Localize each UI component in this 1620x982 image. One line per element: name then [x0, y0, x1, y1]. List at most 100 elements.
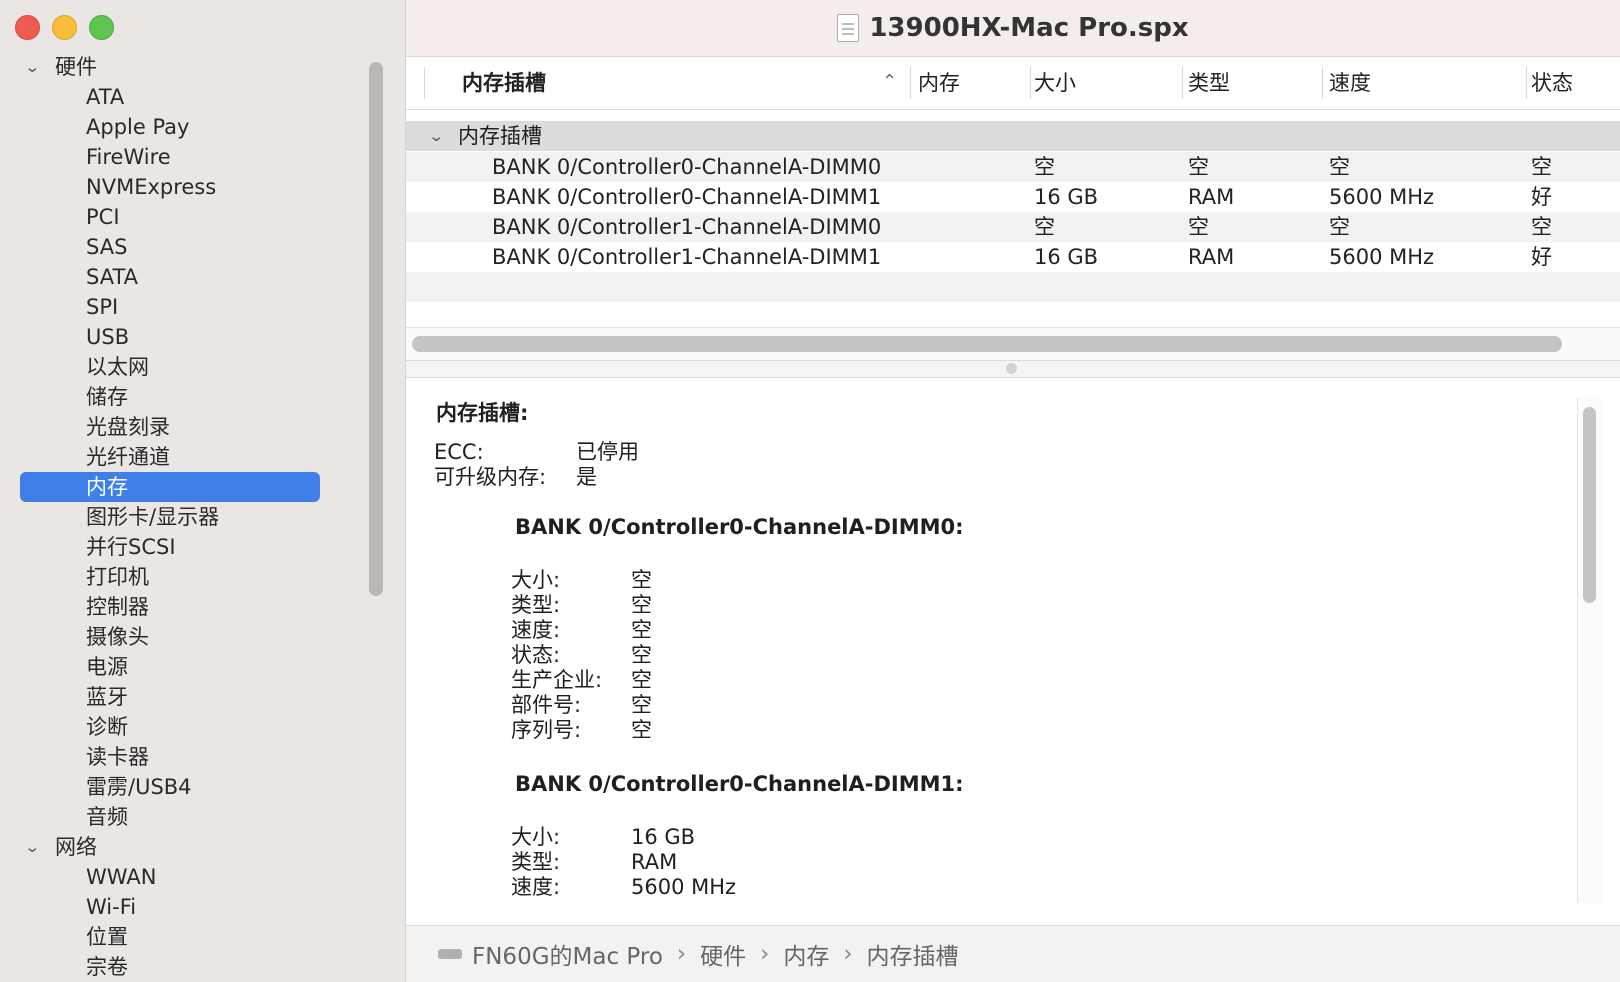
field-value: 空 [631, 643, 652, 667]
field-label: 速度: [511, 875, 561, 899]
cell-type: RAM [1188, 185, 1235, 209]
sidebar-item[interactable]: SATA [0, 262, 380, 292]
sidebar-item[interactable]: 读卡器 [0, 742, 380, 772]
breadcrumb-item[interactable]: FN60G的Mac Pro [472, 937, 663, 971]
breadcrumb-item[interactable]: 内存 [783, 937, 829, 971]
empty-row [406, 272, 1620, 302]
sidebar-item[interactable]: 内存 [20, 472, 320, 502]
table-group-row[interactable]: ⌄ 内存插槽 [406, 121, 1620, 151]
sidebar-item[interactable]: FireWire [0, 142, 380, 172]
sidebar-item[interactable]: 以太网 [0, 352, 380, 382]
sidebar-item[interactable]: 摄像头 [0, 622, 380, 652]
column-header-speed[interactable]: 速度 [1329, 57, 1371, 109]
split-divider[interactable] [406, 360, 1620, 378]
table-header: 内存插槽 ⌃ 内存 大小 类型 速度 状态 [406, 57, 1620, 110]
detail-vertical-scrollbar[interactable] [1577, 397, 1602, 903]
minimize-button[interactable] [52, 15, 77, 40]
sidebar-item[interactable]: SPI [0, 292, 380, 322]
table-row[interactable]: BANK 0/Controller0-ChannelA-DIMM0 空 空 空 空 [406, 152, 1620, 182]
slot-title: BANK 0/Controller0-ChannelA-DIMM0: [515, 515, 964, 539]
detail-field: 速度: 空 [511, 617, 652, 643]
breadcrumb-item[interactable]: 内存插槽 [867, 937, 959, 971]
chevron-down-icon[interactable]: ⌄ [24, 832, 40, 862]
sidebar-item[interactable]: 宗卷 [0, 952, 380, 982]
sidebar-item[interactable]: 并行SCSI [0, 532, 380, 562]
sidebar-item[interactable]: WWAN [0, 862, 380, 892]
column-separator[interactable] [424, 67, 425, 99]
sidebar-item[interactable]: Apple Pay [0, 112, 380, 142]
table-row[interactable]: BANK 0/Controller1-ChannelA-DIMM1 16 GB RA… [406, 242, 1620, 272]
group-label: 内存插槽 [458, 124, 542, 148]
drive-icon [438, 949, 462, 959]
table-row[interactable]: BANK 0/Controller0-ChannelA-DIMM1 16 GB RA… [406, 182, 1620, 212]
table-row[interactable]: BANK 0/Controller1-ChannelA-DIMM0 空 空 空 空 [406, 212, 1620, 242]
column-separator[interactable] [1182, 67, 1183, 99]
sidebar-item[interactable]: 电源 [0, 652, 380, 682]
cell-type: RAM [1188, 245, 1235, 269]
sidebar-item[interactable]: PCI [0, 202, 380, 232]
sidebar-scrollbar[interactable] [369, 62, 383, 596]
breadcrumb-separator: › [843, 941, 853, 967]
sidebar-item[interactable]: NVMExpress [0, 172, 380, 202]
cell-speed: 5600 MHz [1329, 245, 1435, 269]
sidebar-item[interactable]: 光盘刻录 [0, 412, 380, 442]
main-pane: 13900HX-Mac Pro.spx 内存插槽 ⌃ 内存 大小 类型 速度 状… [406, 0, 1620, 982]
scrollbar-thumb[interactable] [1583, 407, 1596, 603]
field-value: 5600 MHz [631, 875, 737, 899]
field-label: 类型: [511, 850, 561, 874]
field-value: 空 [631, 593, 652, 617]
cell-type: 空 [1188, 155, 1209, 179]
close-button[interactable] [15, 15, 40, 40]
cell-name: BANK 0/Controller0-ChannelA-DIMM1 [492, 185, 882, 209]
column-header-status[interactable]: 状态 [1531, 57, 1573, 109]
sidebar-item[interactable]: 音频 [0, 802, 380, 832]
sidebar-group[interactable]: ⌄ 网络 [0, 832, 380, 862]
detail-field: 可升级内存: 是 [434, 464, 597, 490]
sidebar-item[interactable]: 图形卡/显示器 [0, 502, 380, 532]
cell-name: BANK 0/Controller1-ChannelA-DIMM1 [492, 245, 882, 269]
scrollbar-thumb[interactable] [412, 336, 1562, 352]
cell-size: 空 [1034, 215, 1055, 239]
sidebar-item[interactable]: 位置 [0, 922, 380, 952]
cell-status: 空 [1531, 155, 1552, 179]
sidebar-item[interactable]: 控制器 [0, 592, 380, 622]
column-header-size[interactable]: 大小 [1034, 57, 1076, 109]
column-header-type[interactable]: 类型 [1188, 57, 1230, 109]
field-label: 序列号: [511, 718, 582, 742]
field-value: 空 [631, 668, 652, 692]
column-separator[interactable] [1322, 67, 1323, 99]
column-header-slot[interactable]: 内存插槽 [462, 57, 546, 109]
sidebar-group[interactable]: ⌄ 硬件 [0, 52, 380, 82]
table-horizontal-scrollbar[interactable] [406, 327, 1620, 360]
sidebar-item[interactable]: 诊断 [0, 712, 380, 742]
sidebar-item[interactable]: 打印机 [0, 562, 380, 592]
breadcrumb-separator: › [676, 941, 687, 967]
sidebar-group-label: 网络 [55, 835, 97, 859]
cell-status: 空 [1531, 215, 1552, 239]
chevron-down-icon[interactable]: ⌄ [24, 52, 40, 82]
column-separator[interactable] [1526, 67, 1527, 99]
cell-name: BANK 0/Controller1-ChannelA-DIMM0 [492, 215, 882, 239]
sidebar-item[interactable]: SAS [0, 232, 380, 262]
chevron-down-icon[interactable]: ⌄ [428, 121, 444, 151]
sidebar-item[interactable]: USB [0, 322, 380, 352]
field-label: 大小: [511, 568, 561, 592]
zoom-button[interactable] [89, 15, 114, 40]
sidebar-item[interactable]: 雷雳/USB4 [0, 772, 380, 802]
column-separator[interactable] [1030, 67, 1031, 99]
divider-handle[interactable] [1006, 363, 1017, 374]
document-icon [837, 14, 860, 42]
chevron-up-icon[interactable]: ⌃ [882, 71, 897, 92]
sidebar-item[interactable]: 蓝牙 [0, 682, 380, 712]
path-bar: FN60G的Mac Pro › 硬件 › 内存 › 内存插槽 [406, 925, 1620, 982]
detail-field: 序列号: 空 [511, 717, 652, 743]
cell-speed: 空 [1329, 215, 1350, 239]
sidebar-item[interactable]: Wi-Fi [0, 892, 380, 922]
sidebar-item[interactable]: 光纤通道 [0, 442, 380, 472]
sidebar-item[interactable]: ATA [0, 82, 380, 112]
cell-status: 好 [1531, 245, 1552, 269]
sidebar-item[interactable]: 储存 [0, 382, 380, 412]
column-header-memory[interactable]: 内存 [918, 57, 960, 109]
breadcrumb-item[interactable]: 硬件 [700, 937, 746, 971]
column-separator[interactable] [910, 67, 911, 99]
